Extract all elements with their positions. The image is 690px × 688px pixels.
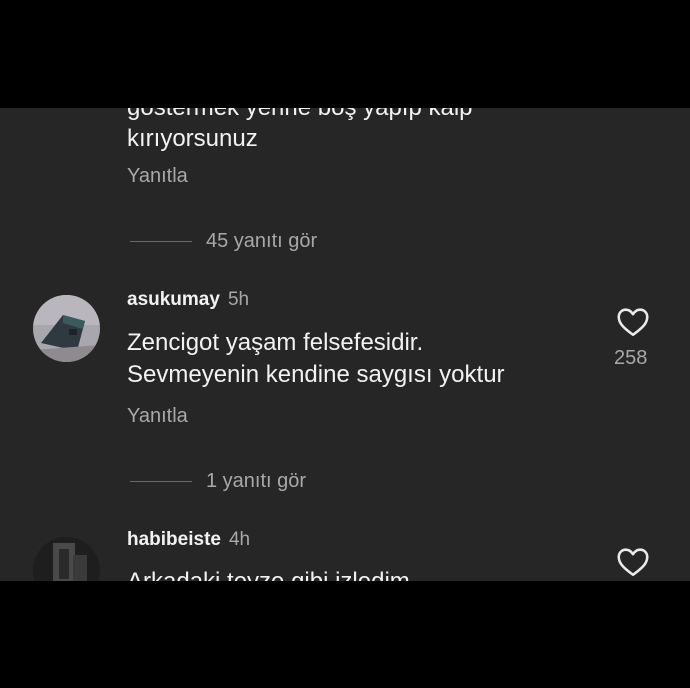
comment-text-line: Sevmeyenin kendine saygısı yoktur — [127, 361, 505, 388]
comment-text: kırıyorsunuz — [127, 125, 258, 152]
comment-time: 5h — [227, 289, 250, 310]
replies-divider — [130, 241, 192, 242]
view-replies-label: 1 yanıtı gör — [206, 470, 307, 492]
username[interactable]: habibeiste — [127, 529, 221, 550]
replies-divider — [130, 481, 192, 482]
comment-text-line: Zencigot yaşam felsefesidir. — [127, 329, 424, 356]
avatar[interactable] — [33, 295, 100, 362]
comments-panel: göstermek yerine boş yapıp kalp kırıyors… — [0, 108, 690, 581]
username[interactable]: asukumay — [127, 289, 220, 310]
comment-text-cut: göstermek yerine boş yapıp kalp — [127, 108, 473, 122]
comment-meta: habibeiste 4h — [127, 529, 250, 551]
view-replies-button[interactable]: 1 yanıtı gör — [130, 470, 306, 493]
comment-text-line: Arkadaki teyze gibi izledim — [127, 566, 410, 581]
like-count: 258 — [614, 347, 648, 369]
comment-meta: asukumay 5h — [127, 289, 249, 311]
reply-button[interactable]: Yanıtla — [127, 405, 188, 428]
reply-button[interactable]: Yanıtla — [127, 165, 188, 188]
view-replies-button[interactable]: 45 yanıtı gör — [130, 230, 317, 253]
view-replies-label: 45 yanıtı gör — [206, 230, 318, 252]
avatar[interactable] — [33, 537, 100, 581]
heart-icon[interactable] — [615, 544, 651, 580]
heart-icon[interactable] — [615, 304, 651, 340]
comment-time: 4h — [228, 529, 251, 550]
